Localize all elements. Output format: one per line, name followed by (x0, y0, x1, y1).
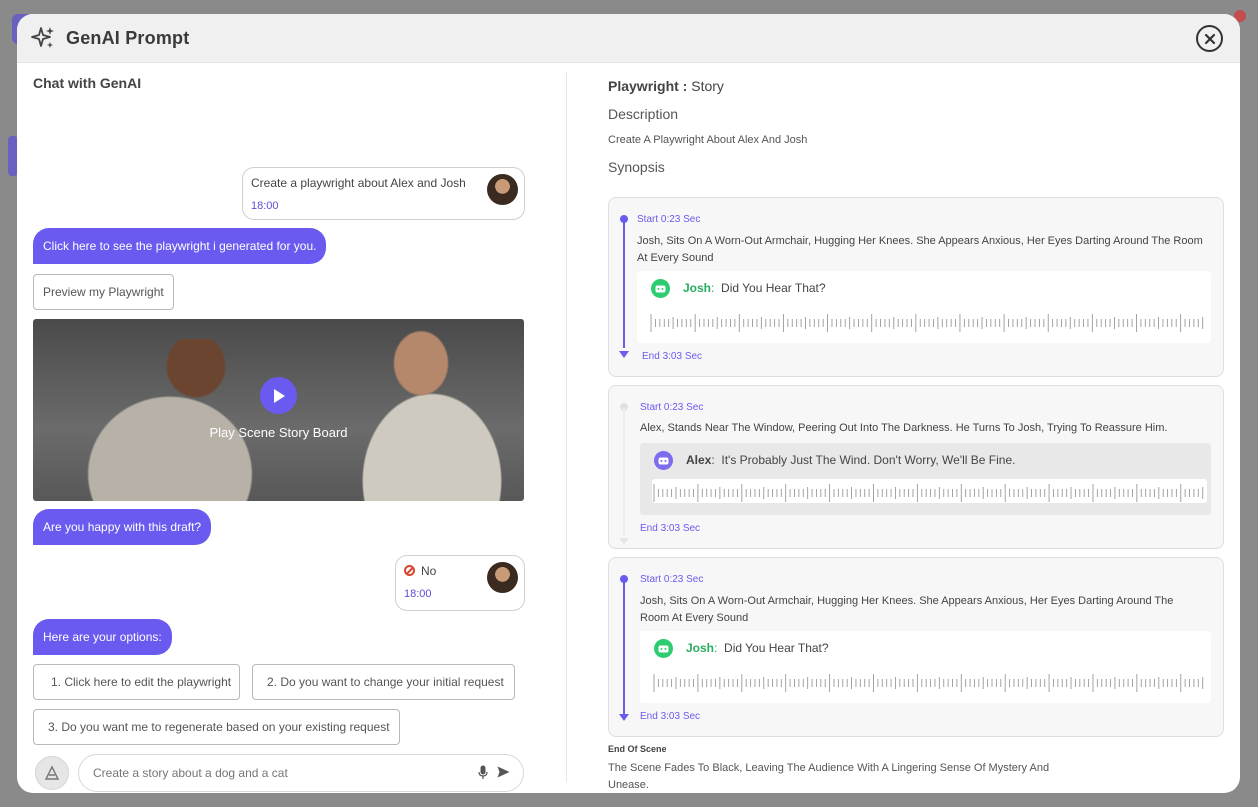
scene-start-time: Start 0:23 Sec (637, 214, 701, 225)
scene-end-time: End 3:03 Sec (640, 523, 701, 534)
chat-panel: Chat with GenAI Create a playwright abou… (33, 64, 525, 793)
speaker-name: Alex (686, 453, 712, 467)
message-text: No (421, 564, 437, 578)
option-edit-playwright-button[interactable]: 1. Click here to edit the playwright (33, 664, 241, 700)
audio-waveform[interactable] (649, 309, 1207, 333)
dialogue-card: Josh: Did You Hear That? (637, 271, 1211, 343)
dialogue-card: Alex: It's Probably Just The Wind. Don't… (640, 443, 1211, 515)
timeline-line (623, 580, 625, 714)
modal-header: GenAI Prompt (17, 14, 1240, 63)
scene-description: Alex, Stands Near The Window, Peering Ou… (640, 422, 1168, 434)
dialogue-text: It's Probably Just The Wind. Don't Worry… (721, 453, 1016, 467)
scene-card: Start 0:23 Sec Josh, Sits On A Worn-Out … (608, 197, 1224, 377)
modal-title: GenAI Prompt (66, 27, 190, 48)
timeline-arrow (619, 351, 629, 358)
prohibited-icon (404, 565, 415, 576)
avatar (487, 174, 518, 205)
character-image (53, 339, 313, 501)
dialogue-card: Josh: Did You Hear That? (640, 631, 1211, 703)
end-of-scene-text: The Scene Fades To Black, Leaving The Au… (608, 762, 1050, 791)
speaker-name: Josh (686, 641, 715, 655)
dialogue-line: Josh: Did You Hear That? (686, 641, 829, 655)
timeline-arrow (619, 714, 629, 721)
scene-end-time: End 3:03 Sec (640, 711, 701, 722)
playwright-panel: Playwright : Story Description Create A … (608, 64, 1224, 793)
dialogue-line: Josh: Did You Hear That? (683, 281, 826, 295)
play-button[interactable] (260, 377, 297, 414)
sparkle-icon (31, 27, 54, 48)
timeline-line (623, 220, 625, 348)
message-time: 18:00 (404, 588, 432, 600)
chat-input[interactable] (78, 754, 524, 792)
playwright-value: Story (691, 78, 724, 94)
end-of-scene-heading: End Of Scene (608, 744, 667, 754)
microphone-icon[interactable] (478, 765, 488, 780)
scene-start-time: Start 0:23 Sec (640, 574, 704, 585)
message-text: No (404, 564, 480, 578)
robot-icon (651, 279, 670, 298)
bot-message: Here are your options: (33, 619, 172, 655)
synopsis-heading: Synopsis (608, 159, 665, 175)
scene-description: Josh, Sits On A Worn-Out Armchair, Huggi… (637, 235, 1203, 264)
scene-start-time: Start 0:23 Sec (640, 402, 704, 413)
mode-button[interactable] (35, 756, 69, 790)
dialogue-text: Did You Hear That? (724, 641, 829, 655)
panel-divider (566, 72, 567, 782)
scene-card: Start 0:23 Sec Josh, Sits On A Worn-Out … (608, 557, 1224, 737)
draw-icon (44, 765, 60, 780)
avatar (487, 562, 518, 593)
timeline-arrow (619, 538, 629, 545)
description-heading: Description (608, 106, 679, 122)
scene-card: Start 0:23 Sec Alex, Stands Near The Win… (608, 385, 1224, 549)
character-image (333, 329, 524, 501)
timeline-line (623, 408, 625, 536)
playwright-type: Playwright : Story (608, 78, 724, 94)
playwright-label: Playwright : (608, 78, 688, 94)
play-icon (273, 388, 285, 403)
scene-description: Josh, Sits On A Worn-Out Armchair, Huggi… (640, 595, 1174, 624)
robot-icon (654, 451, 673, 470)
bot-message: Are you happy with this draft? (33, 509, 212, 545)
description-text: Create A Playwright About Alex And Josh (608, 134, 808, 146)
message-time: 18:00 (251, 200, 279, 212)
dialogue-line: Alex: It's Probably Just The Wind. Don't… (686, 453, 1016, 467)
message-text: Create a playwright about Alex and Josh (251, 176, 466, 190)
audio-waveform[interactable] (652, 479, 1207, 503)
video-label: Play Scene Story Board (209, 425, 348, 440)
preview-playwright-button[interactable]: Preview my Playwright (33, 274, 174, 310)
close-icon (1204, 33, 1215, 44)
user-message: No 18:00 (395, 555, 525, 611)
speaker-name: Josh (683, 281, 712, 295)
close-button[interactable] (1196, 25, 1223, 52)
chat-title: Chat with GenAI (33, 75, 142, 91)
user-message: Create a playwright about Alex and Josh … (242, 167, 525, 220)
send-icon[interactable] (497, 766, 510, 778)
chat-input-row (33, 752, 524, 793)
option-change-request-button[interactable]: 2. Do you want to change your initial re… (252, 664, 515, 700)
option-regenerate-button[interactable]: 3. Do you want me to regenerate based on… (33, 709, 400, 745)
genai-prompt-modal: GenAI Prompt Chat with GenAI Create a pl… (17, 14, 1240, 793)
dialogue-text: Did You Hear That? (721, 281, 826, 295)
audio-waveform[interactable] (652, 669, 1207, 693)
storyboard-video[interactable]: Play Scene Story Board (33, 319, 524, 501)
bot-message[interactable]: Click here to see the playwright i gener… (33, 228, 327, 264)
scene-end-time: End 3:03 Sec (642, 351, 703, 362)
robot-icon (654, 639, 673, 658)
